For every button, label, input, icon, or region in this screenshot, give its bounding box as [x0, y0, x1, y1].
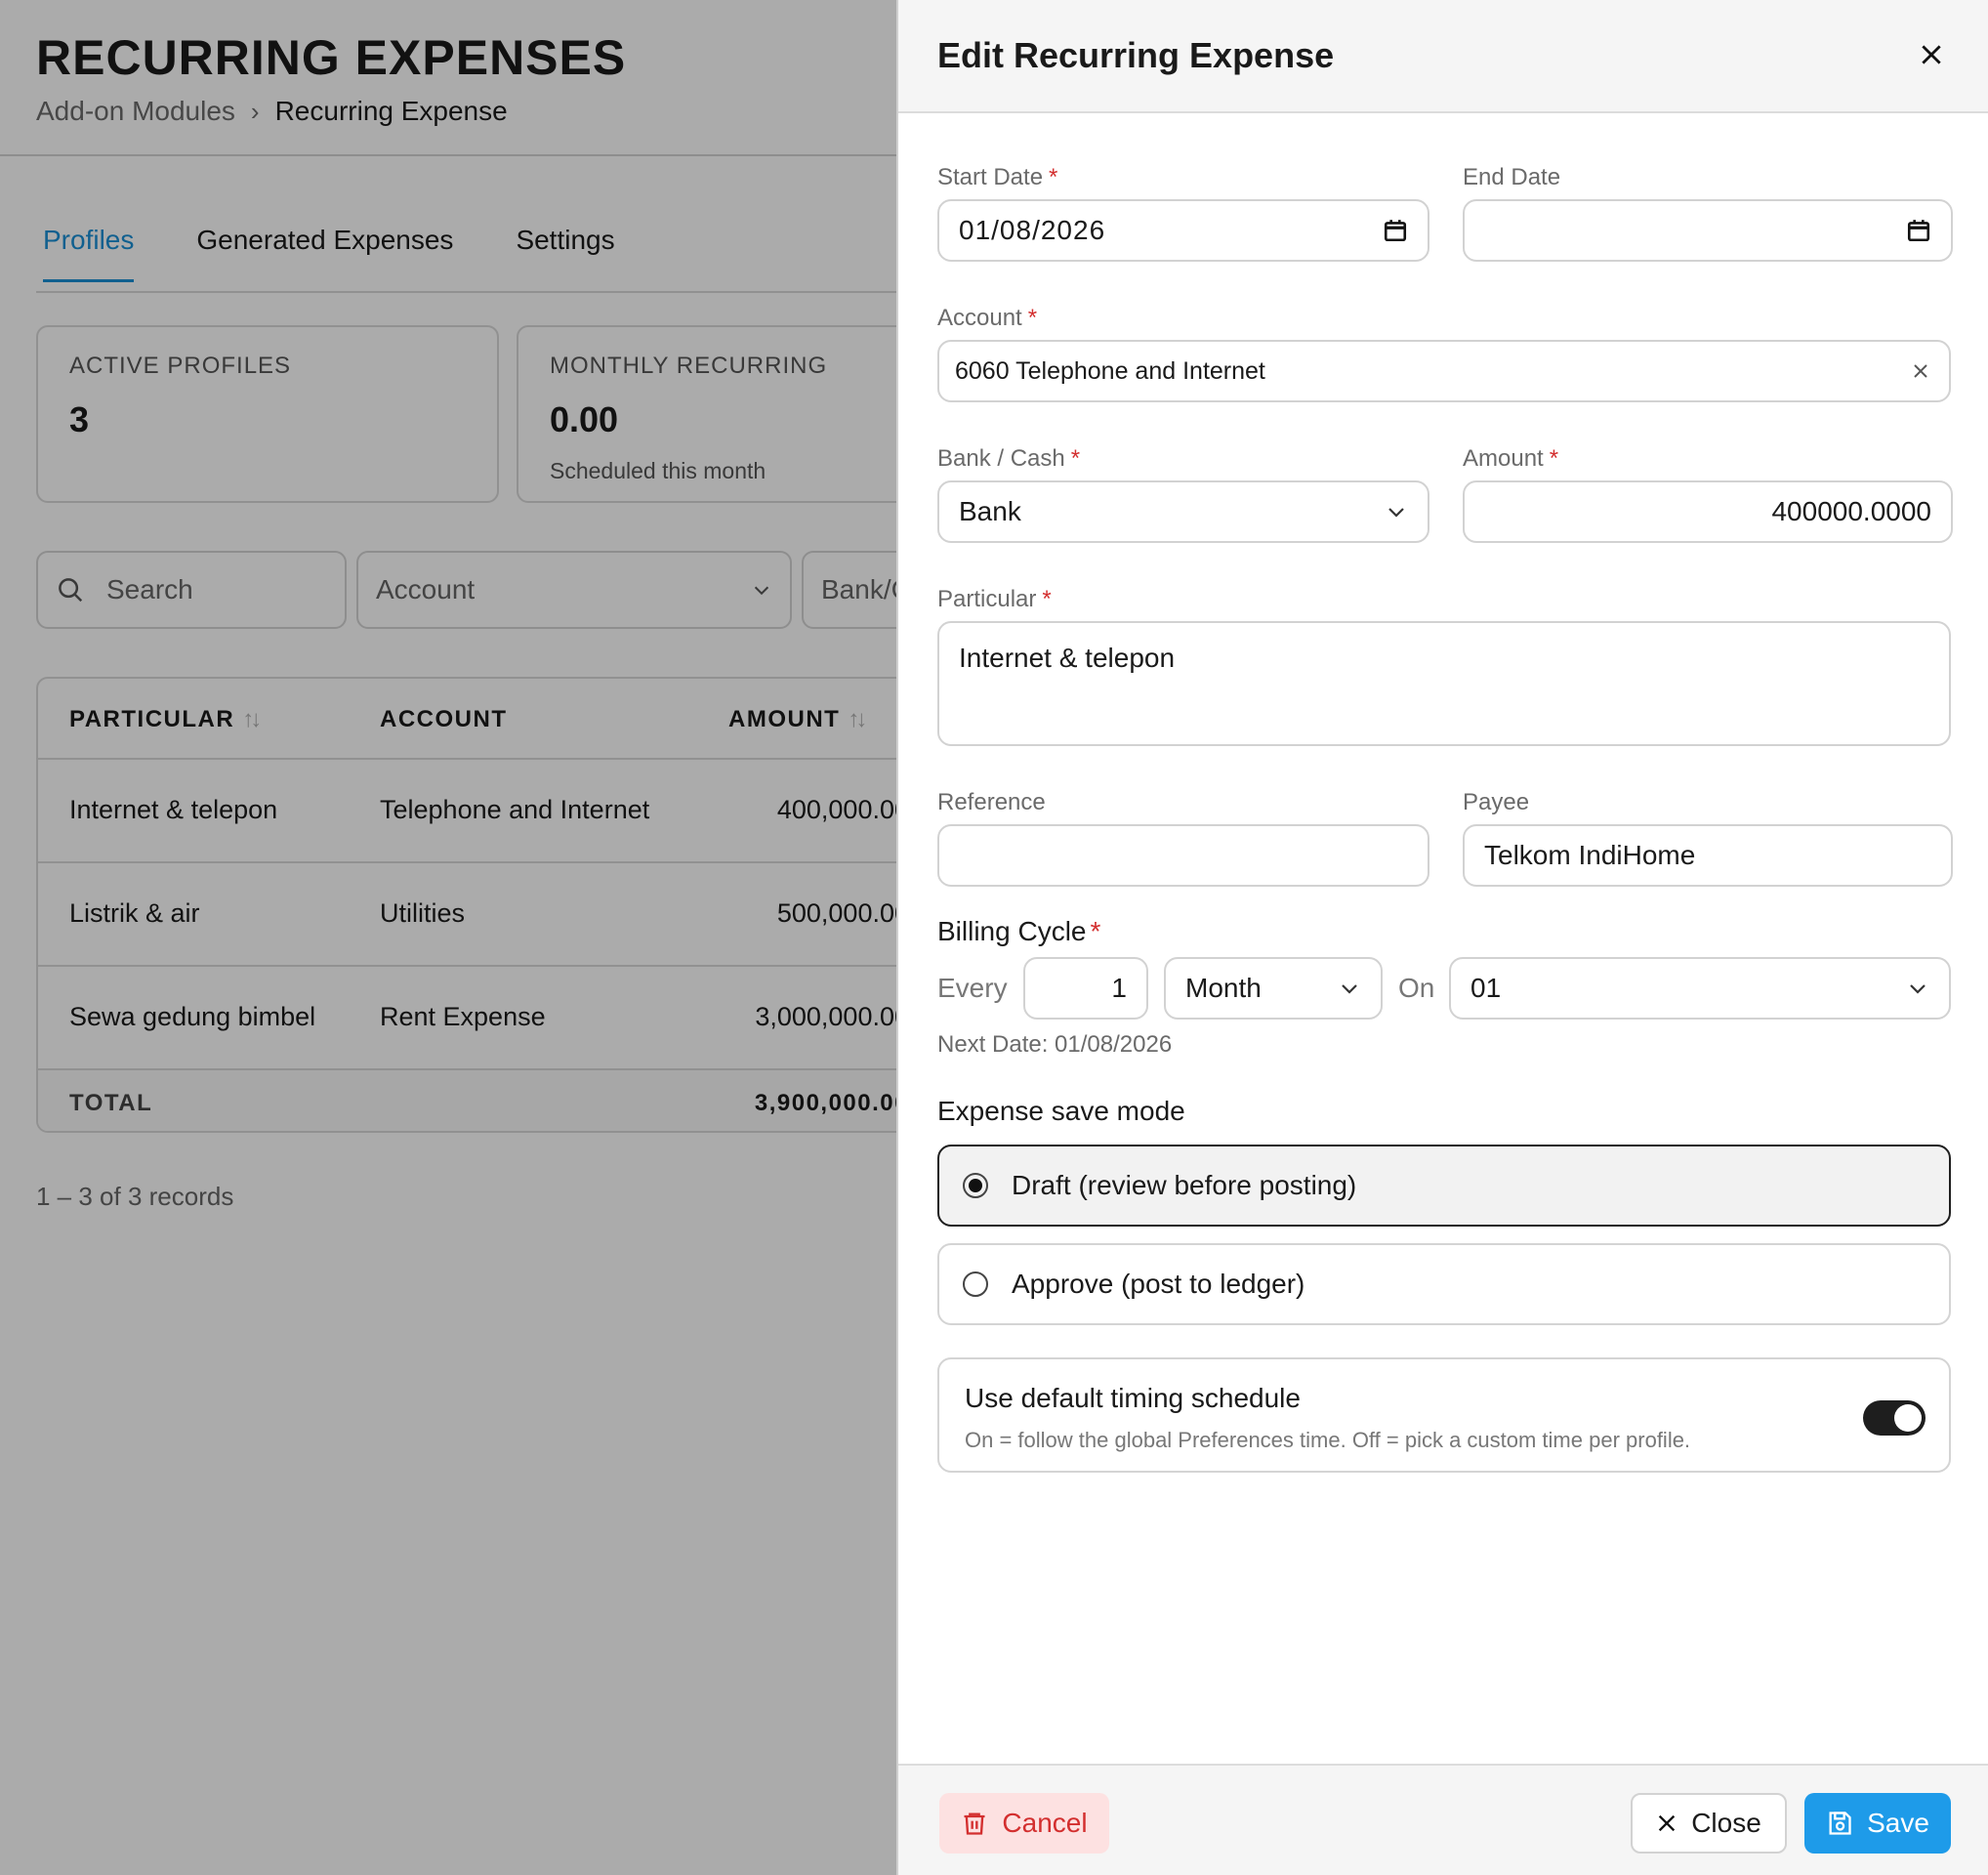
mode-approve-label: Approve (post to ledger)	[1012, 1269, 1305, 1299]
account-value: 6060 Telephone and Internet	[955, 356, 1265, 385]
start-date-value: 01/08/2026	[959, 215, 1106, 245]
bank-cash-value: Bank	[959, 496, 1021, 526]
every-label: Every	[937, 973, 1008, 1003]
save-label: Save	[1867, 1808, 1929, 1838]
timing-toggle[interactable]	[1863, 1400, 1926, 1436]
period-select[interactable]: Month	[1164, 957, 1383, 1020]
day-value: 01	[1470, 973, 1502, 1003]
next-date-text: Next Date: 01/08/2026	[937, 1031, 1173, 1058]
radio-unselected-icon	[963, 1271, 988, 1297]
bank-cash-label: Bank / Cash *	[937, 445, 1081, 472]
chevron-down-icon	[1910, 984, 1926, 994]
mode-draft-option[interactable]: Draft (review before posting)	[937, 1145, 1951, 1227]
payee-input[interactable]: Telkom IndiHome	[1463, 824, 1953, 887]
start-date-label: Start Date *	[937, 164, 1058, 190]
save-mode-label: Expense save mode	[937, 1096, 1185, 1126]
drawer-header: Edit Recurring Expense	[898, 0, 1988, 113]
modal-backdrop[interactable]	[0, 0, 898, 1875]
save-icon	[1829, 1812, 1851, 1835]
particular-textarea[interactable]: Internet & telepon	[937, 621, 1951, 746]
calendar-icon[interactable]	[1906, 218, 1931, 243]
reference-label: Reference	[937, 789, 1046, 815]
radio-selected-icon	[963, 1173, 988, 1198]
cancel-label: Cancel	[1002, 1808, 1088, 1838]
trash-icon	[964, 1812, 985, 1835]
clear-icon[interactable]	[1912, 362, 1929, 380]
cancel-button[interactable]: Cancel	[939, 1793, 1109, 1854]
payee-label: Payee	[1463, 789, 1530, 815]
every-value: 1	[1111, 973, 1127, 1003]
end-date-label: End Date	[1463, 164, 1561, 190]
account-label: Account *	[937, 305, 1038, 331]
amount-value: 400000.0000	[1771, 496, 1931, 526]
close-icon	[1659, 1814, 1676, 1832]
end-date-field[interactable]	[1463, 199, 1953, 262]
chevron-down-icon	[1342, 984, 1357, 994]
timing-description: On = follow the global Preferences time.…	[965, 1428, 1691, 1452]
mode-draft-label: Draft (review before posting)	[1012, 1170, 1357, 1200]
save-button[interactable]: Save	[1804, 1793, 1951, 1854]
particular-label: Particular *	[937, 586, 1052, 612]
close-button[interactable]: Close	[1631, 1793, 1787, 1854]
close-icon	[1922, 45, 1941, 64]
billing-cycle-label: Billing Cycle *	[937, 916, 1101, 946]
on-label: On	[1398, 973, 1435, 1003]
account-select[interactable]: 6060 Telephone and Internet	[937, 340, 1951, 402]
drawer-footer: Cancel Close Save	[898, 1764, 1988, 1875]
particular-value: Internet & telepon	[959, 643, 1176, 673]
amount-label: Amount *	[1463, 445, 1559, 472]
payee-value: Telkom IndiHome	[1484, 840, 1696, 870]
reference-input[interactable]	[937, 824, 1429, 887]
start-date-field[interactable]: 01/08/2026	[937, 199, 1429, 262]
day-select[interactable]: 01	[1449, 957, 1951, 1020]
mode-approve-option[interactable]: Approve (post to ledger)	[937, 1243, 1951, 1325]
timing-schedule-card: Use default timing schedule On = follow …	[937, 1357, 1951, 1473]
drawer-title: Edit Recurring Expense	[937, 35, 1335, 75]
drawer-close-button[interactable]	[1912, 35, 1951, 74]
bank-cash-select[interactable]: Bank	[937, 480, 1429, 543]
calendar-icon[interactable]	[1383, 218, 1408, 243]
every-number-input[interactable]: 1	[1023, 957, 1148, 1020]
edit-recurring-expense-drawer: Edit Recurring Expense Start Date * 01/08…	[896, 0, 1988, 1875]
period-value: Month	[1185, 973, 1262, 1003]
amount-input[interactable]: 400000.0000	[1463, 480, 1953, 543]
close-label: Close	[1691, 1808, 1761, 1838]
timing-title: Use default timing schedule	[965, 1383, 1301, 1413]
chevron-down-icon	[1388, 508, 1404, 518]
